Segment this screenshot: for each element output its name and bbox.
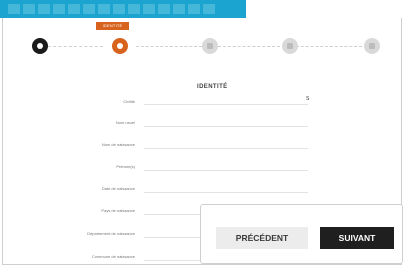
step-connector	[48, 46, 103, 48]
field-label-civilite: Civilité	[123, 99, 135, 104]
field-prenoms[interactable]	[144, 170, 308, 171]
field-nom-naissance[interactable]	[144, 148, 308, 149]
field-label-nom-usuel: Nom usuel	[115, 120, 135, 125]
step-connector	[296, 46, 362, 48]
field-label-prenoms: Prénom(s)	[116, 164, 135, 169]
field-date-naissance[interactable]	[144, 192, 308, 193]
step-3-pending[interactable]	[202, 38, 218, 54]
step-4-pending[interactable]	[282, 38, 298, 54]
next-button[interactable]: SUIVANT	[320, 227, 394, 249]
step-dot-icon	[37, 43, 43, 49]
step-connector	[218, 46, 280, 48]
active-step-tag: IDENTITÉ	[96, 22, 129, 30]
field-label-nom-naissance: Nom de naissance	[101, 142, 135, 147]
field-label-commune-naissance: Commune de naissance	[91, 254, 135, 259]
field-label-pays-naissance: Pays de naissance	[101, 208, 135, 213]
field-nom-usuel[interactable]	[144, 126, 308, 127]
field-label-date-naissance: Date de naissance	[101, 186, 135, 191]
step-pending-icon	[207, 43, 213, 49]
field-civilite[interactable]	[144, 104, 308, 105]
step-pending-icon	[287, 43, 293, 49]
top-banner	[0, 0, 246, 18]
section-title: IDENTITÉ	[197, 84, 228, 90]
step-5-pending[interactable]	[364, 38, 380, 54]
banner-decoration	[8, 4, 215, 14]
step-pending-icon	[369, 43, 375, 49]
step-1-completed[interactable]	[32, 38, 48, 54]
user-icon	[117, 43, 123, 49]
step-2-active[interactable]	[112, 38, 128, 54]
previous-button[interactable]: PRÉCÉDENT	[216, 227, 308, 249]
step-connector	[136, 46, 202, 48]
field-label-departement-naissance: Département de naissance	[87, 231, 135, 236]
civilite-value: S	[306, 96, 310, 102]
